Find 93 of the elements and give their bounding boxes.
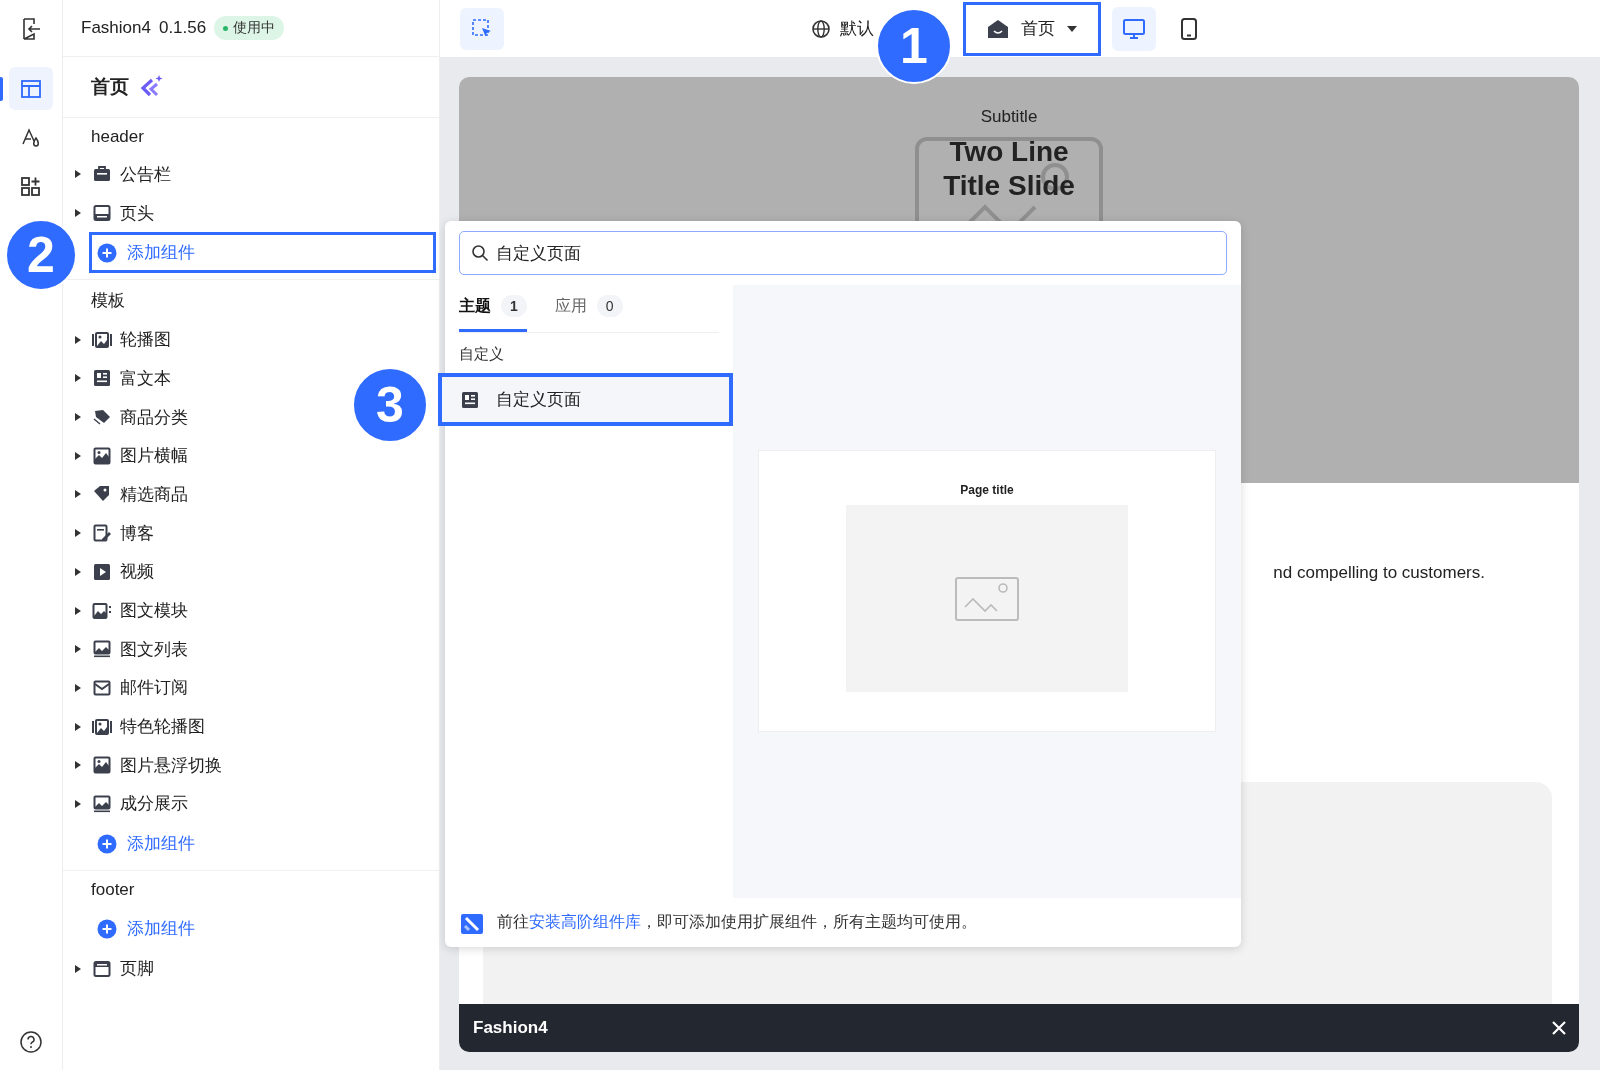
globe-icon [812,19,830,38]
count-badge: 0 [596,295,623,317]
version-number: 0.1.56 [158,18,207,38]
caret-icon[interactable] [74,798,82,809]
hint-text: 前往安装高阶组件库，即可添加使用扩展组件，所有主题均可使用。 [497,912,977,932]
hero-title: Two Line Title Slide [943,135,1075,203]
component-item[interactable]: 成分展示 [120,792,188,816]
install-link[interactable]: 安装高阶组件库 [529,913,641,930]
tab[interactable]: 主题 1 [459,285,527,332]
component-item[interactable]: 轮播图 [120,328,171,352]
layout-icon[interactable] [20,77,42,100]
component-item[interactable]: 富文本 [120,366,171,390]
section-title: header [90,126,145,148]
component-item[interactable]: 视频 [120,560,154,584]
add-icon [97,242,117,263]
page-title: 首页 [91,75,129,99]
add-component-button[interactable]: 添加组件 [89,232,436,274]
component-item[interactable]: 商品分类 [120,405,188,429]
component-item[interactable]: 公告栏 [120,162,171,186]
add-component-button[interactable]: 添加组件 [89,823,436,865]
image-icon [92,755,112,776]
caret-icon[interactable] [74,208,82,219]
image-icon [92,793,112,814]
edit-icon [92,523,112,544]
caret-icon[interactable] [74,528,82,539]
search-field[interactable]: 自定义页面 [459,231,1227,275]
component-item[interactable]: 页脚 [120,957,154,981]
step-number-badge: 2 [5,219,77,291]
image-icon [955,576,1019,621]
tab[interactable]: 应用 0 [554,285,623,332]
add-module-icon[interactable] [20,175,42,198]
bottom-bar-title: Fashion4 [473,1018,548,1038]
component-item[interactable]: 图片悬浮切换 [120,753,222,777]
home-icon [987,18,1009,39]
caret-icon[interactable] [74,373,82,384]
window-icon [92,958,112,979]
page-select-dropdown[interactable]: 首页 [963,1,1101,56]
section-title: 模板 [90,290,126,313]
help-icon[interactable] [19,1030,43,1054]
select-tool-button[interactable] [460,7,504,50]
desktop-icon [1123,17,1145,40]
hero-subtitle: Subtitle [980,107,1038,127]
step-number-badge: 3 [352,367,428,443]
carousel-icon [92,329,112,350]
component-item[interactable]: 博客 [120,521,154,545]
status-badge: 使用中 [214,16,285,40]
component-item[interactable]: 邮件订阅 [120,676,188,700]
language-label[interactable]: 默认 [840,17,874,40]
window-icon [92,203,112,224]
app-name: Fashion4 [81,18,151,38]
section-title: footer [90,879,136,902]
play-icon [92,561,112,582]
group-label: 自定义 [458,344,505,364]
caret-icon[interactable] [74,450,82,461]
exit-icon[interactable] [20,16,42,41]
text-style-icon[interactable] [20,126,42,149]
mobile-icon [1178,17,1200,40]
document-icon [92,368,112,389]
caret-icon[interactable] [74,963,82,974]
caret-icon[interactable] [74,412,82,423]
caret-icon[interactable] [74,605,82,616]
image-text-icon [92,600,112,621]
caret-icon[interactable] [74,682,82,693]
component-item[interactable]: 页头 [120,201,154,225]
body-text: nd compelling to customers. [1273,563,1485,583]
add-icon [97,833,117,854]
caret-down-icon [1067,25,1077,32]
result-item[interactable]: 自定义页面 [438,373,733,426]
carousel-icon [92,716,112,737]
component-item[interactable]: 精选商品 [120,482,188,506]
caret-icon[interactable] [74,721,82,732]
caret-icon[interactable] [74,169,82,180]
component-item[interactable]: 特色轮播图 [120,715,205,739]
caret-icon[interactable] [74,334,82,345]
caret-icon[interactable] [74,489,82,500]
component-item[interactable]: 图文列表 [120,637,188,661]
thumbnail-title: Page title [960,483,1014,497]
close-icon[interactable] [1551,1020,1567,1036]
count-badge: 1 [501,295,527,317]
add-component-button[interactable]: 添加组件 [89,908,436,950]
device-toggle-button[interactable] [1112,6,1156,51]
caret-icon[interactable] [74,760,82,771]
search-icon [471,244,489,262]
image-icon [92,639,112,660]
component-item[interactable]: 图文模块 [120,599,188,623]
component-item[interactable]: 图片横幅 [120,444,188,468]
install-icon [461,911,483,934]
add-icon [97,918,117,939]
caret-icon[interactable] [74,566,82,577]
image-icon [92,445,112,466]
selection-icon [471,17,493,40]
document-icon [460,389,480,410]
caret-icon[interactable] [74,644,82,655]
